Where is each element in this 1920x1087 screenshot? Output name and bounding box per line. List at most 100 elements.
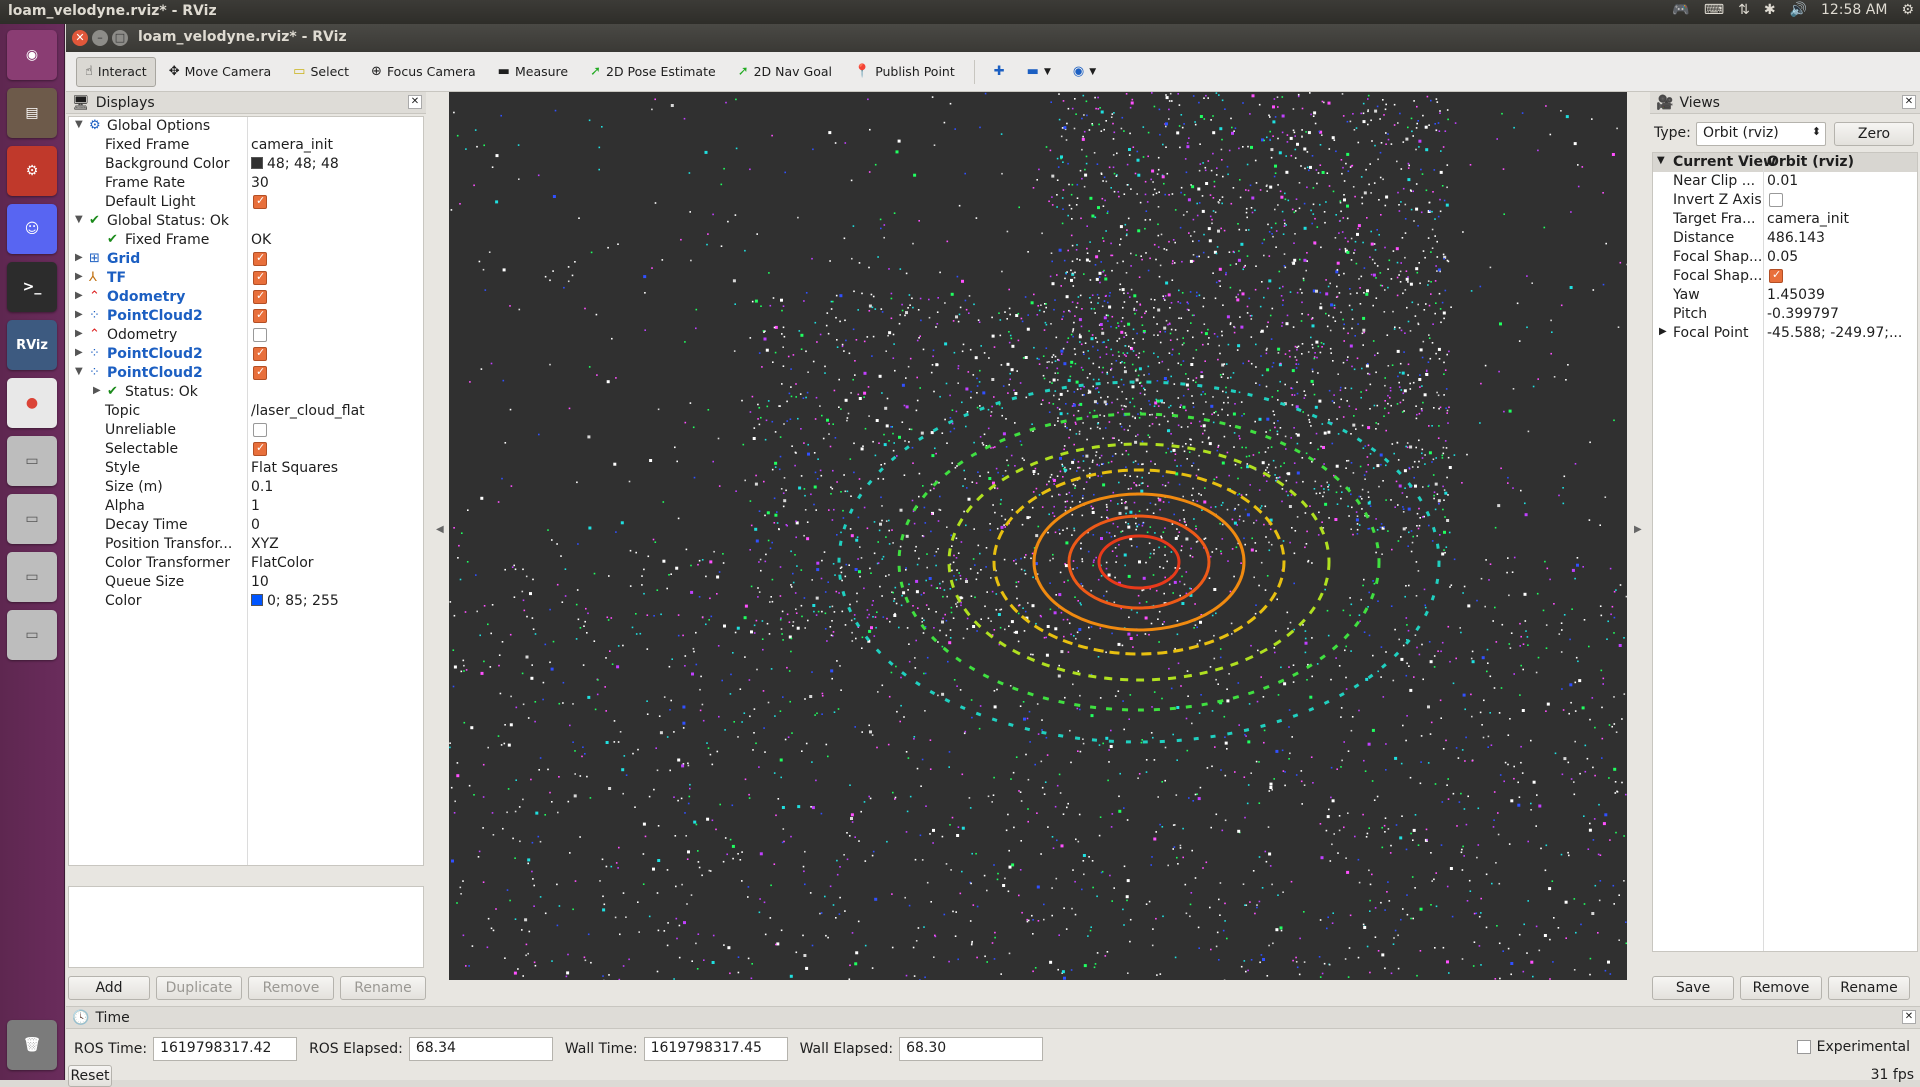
view-prop-value[interactable]: -45.588; -249.97;... bbox=[1767, 325, 1917, 341]
zero-button[interactable]: Zero bbox=[1834, 122, 1914, 146]
prop-row[interactable]: Unreliable bbox=[69, 421, 423, 440]
view-prop-value[interactable]: -0.399797 bbox=[1767, 306, 1917, 322]
display-enabled-checkbox[interactable] bbox=[253, 328, 267, 342]
fixed-frame-row[interactable]: Fixed Frame camera_init bbox=[69, 136, 423, 155]
bluetooth-icon[interactable]: ✱ bbox=[1764, 2, 1776, 18]
prop-row[interactable]: Color 0; 85; 255 bbox=[69, 592, 423, 611]
expand-arrow-icon[interactable]: ▼ bbox=[75, 366, 83, 377]
frame-rate-row[interactable]: Frame Rate 30 bbox=[69, 174, 423, 193]
keyboard-icon[interactable]: ⌨ bbox=[1704, 2, 1724, 18]
frame-rate-value[interactable]: 30 bbox=[251, 175, 269, 191]
prop-row[interactable]: Style Flat Squares bbox=[69, 459, 423, 478]
selectable-checkbox[interactable] bbox=[253, 442, 267, 456]
experimental-checkbox[interactable] bbox=[1797, 1040, 1811, 1054]
focus-camera-button[interactable]: ⊕Focus Camera bbox=[362, 57, 485, 87]
remove-button[interactable]: Remove bbox=[248, 976, 334, 1000]
add-tool-button[interactable]: ✚ bbox=[985, 57, 1014, 87]
ros-time-field[interactable]: 1619798317.42 bbox=[153, 1037, 297, 1061]
remove-tool-button[interactable]: ▬▼ bbox=[1018, 57, 1060, 87]
collapse-arrow-icon[interactable]: ▶ bbox=[93, 385, 101, 396]
display-item-odometry[interactable]: ▶ ⌃ Odometry bbox=[69, 326, 423, 345]
unreliable-checkbox[interactable] bbox=[253, 423, 267, 437]
view-prop-value[interactable]: 0.01 bbox=[1767, 173, 1917, 189]
collapse-arrow-icon[interactable]: ▶ bbox=[75, 328, 83, 339]
discord-icon[interactable]: ☺ bbox=[7, 204, 57, 254]
collapse-arrow-icon[interactable]: ▶ bbox=[75, 271, 83, 282]
wall-elapsed-field[interactable]: 68.30 bbox=[899, 1037, 1043, 1061]
system-settings-icon[interactable]: ⚙ bbox=[7, 146, 57, 196]
chrome-icon[interactable]: ● bbox=[7, 378, 57, 428]
network-icon[interactable]: ⇅ bbox=[1738, 2, 1750, 18]
display-item-pointcloud2[interactable]: ▼ ⁘ PointCloud2 bbox=[69, 364, 423, 383]
default-light-row[interactable]: Default Light bbox=[69, 193, 423, 212]
prop-value[interactable]: 1 bbox=[251, 498, 260, 514]
prop-row[interactable]: Topic /laser_cloud_flat bbox=[69, 402, 423, 421]
view-prop-row[interactable]: ▶Focal Point-45.588; -249.97;... bbox=[1653, 324, 1917, 343]
reset-button[interactable]: Reset bbox=[68, 1065, 112, 1087]
fixed-frame-value[interactable]: camera_init bbox=[251, 137, 333, 153]
status-ok-row[interactable]: ▶ ✔ Status: Ok bbox=[69, 383, 423, 402]
display-item-pointcloud2[interactable]: ▶ ⁘ PointCloud2 bbox=[69, 307, 423, 326]
select-button[interactable]: ▭Select bbox=[284, 57, 358, 87]
prop-row[interactable]: Decay Time 0 bbox=[69, 516, 423, 535]
global-status-row[interactable]: ▼ ✔ Global Status: Ok bbox=[69, 212, 423, 231]
collapse-arrow-icon[interactable]: ▶ bbox=[75, 309, 83, 320]
terminal-icon[interactable]: >_ bbox=[7, 262, 57, 312]
close-panel-icon[interactable]: ✕ bbox=[408, 95, 422, 109]
background-color-value[interactable]: 48; 48; 48 bbox=[251, 156, 339, 172]
prop-value[interactable]: XYZ bbox=[251, 536, 279, 552]
move-camera-button[interactable]: ✥Move Camera bbox=[160, 57, 280, 87]
current-view-row[interactable]: ▼ Current View Orbit (rviz) bbox=[1653, 153, 1917, 172]
ros-elapsed-field[interactable]: 68.34 bbox=[409, 1037, 553, 1061]
drive-icon-2[interactable]: ▭ bbox=[7, 494, 57, 544]
view-prop-value[interactable]: 486.143 bbox=[1767, 230, 1917, 246]
wall-time-field[interactable]: 1619798317.45 bbox=[644, 1037, 788, 1061]
collapse-arrow-icon[interactable]: ▶ bbox=[75, 347, 83, 358]
expand-arrow-icon[interactable]: ▼ bbox=[1657, 155, 1665, 166]
prop-value[interactable]: 10 bbox=[251, 574, 269, 590]
interact-button[interactable]: ☝Interact bbox=[76, 57, 156, 87]
view-prop-row[interactable]: Target Fra...camera_init bbox=[1653, 210, 1917, 229]
prop-row[interactable]: Position Transfor... XYZ bbox=[69, 535, 423, 554]
rviz-icon[interactable]: RViz bbox=[7, 320, 57, 370]
view-prop-value[interactable]: camera_init bbox=[1767, 211, 1917, 227]
measure-button[interactable]: ▬Measure bbox=[489, 57, 577, 87]
display-enabled-checkbox[interactable] bbox=[253, 309, 267, 323]
save-view-button[interactable]: Save bbox=[1652, 976, 1734, 1000]
prop-value[interactable]: /laser_cloud_flat bbox=[251, 403, 365, 419]
display-item-odometry[interactable]: ▶ ⌃ Odometry bbox=[69, 288, 423, 307]
global-options-row[interactable]: ▼ ⚙ Global Options bbox=[69, 117, 423, 136]
view-prop-value[interactable]: 1.45039 bbox=[1767, 287, 1917, 303]
rename-button[interactable]: Rename bbox=[340, 976, 426, 1000]
prop-row[interactable]: Queue Size 10 bbox=[69, 573, 423, 592]
display-enabled-checkbox[interactable] bbox=[253, 290, 267, 304]
remove-view-button[interactable]: Remove bbox=[1740, 976, 1822, 1000]
expand-arrow-icon[interactable]: ▼ bbox=[75, 119, 83, 130]
pose-estimate-button[interactable]: ➚2D Pose Estimate bbox=[581, 57, 725, 87]
clock[interactable]: 12:58 AM bbox=[1821, 2, 1887, 18]
render-view-3d[interactable] bbox=[449, 92, 1627, 980]
experimental-option[interactable]: Experimental bbox=[1797, 1039, 1910, 1055]
drive-icon-1[interactable]: ▭ bbox=[7, 436, 57, 486]
close-icon[interactable]: ✕ bbox=[72, 30, 88, 46]
drive-icon-3[interactable]: ▭ bbox=[7, 552, 57, 602]
view-prop-row[interactable]: Yaw1.45039 bbox=[1653, 286, 1917, 305]
display-item-grid[interactable]: ▶ ⊞ Grid bbox=[69, 250, 423, 269]
file-manager-icon[interactable]: ▤ bbox=[7, 88, 57, 138]
nav-goal-button[interactable]: ➚2D Nav Goal bbox=[729, 57, 841, 87]
ubuntu-dash-icon[interactable]: ◉ bbox=[7, 30, 57, 80]
display-enabled-checkbox[interactable] bbox=[253, 366, 267, 380]
invert-z-checkbox[interactable] bbox=[1769, 193, 1783, 207]
duplicate-button[interactable]: Duplicate bbox=[156, 976, 242, 1000]
collapse-arrow-icon[interactable]: ▶ bbox=[75, 252, 83, 263]
view-prop-row[interactable]: Distance486.143 bbox=[1653, 229, 1917, 248]
focal-shape-checkbox[interactable] bbox=[1769, 269, 1783, 283]
view-prop-row[interactable]: Invert Z Axis bbox=[1653, 191, 1917, 210]
minimize-icon[interactable]: – bbox=[92, 30, 108, 46]
prop-value[interactable]: Flat Squares bbox=[251, 460, 338, 476]
view-prop-row[interactable]: Focal Shap...0.05 bbox=[1653, 248, 1917, 267]
rename-view-button[interactable]: Rename bbox=[1828, 976, 1910, 1000]
view-prop-row[interactable]: Near Clip ...0.01 bbox=[1653, 172, 1917, 191]
view-type-select[interactable]: Orbit (rviz) bbox=[1696, 122, 1826, 146]
publish-point-button[interactable]: 📍Publish Point bbox=[845, 57, 964, 87]
